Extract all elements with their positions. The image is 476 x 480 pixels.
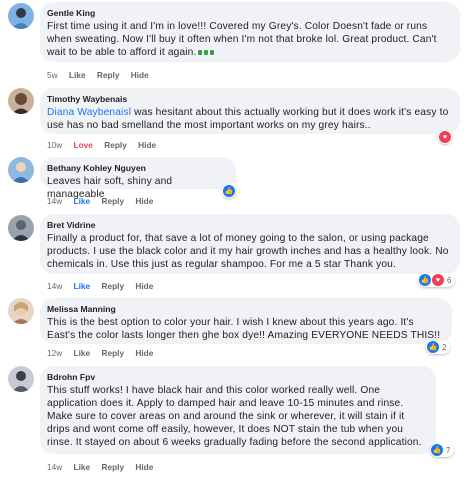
hide-button[interactable]: Hide bbox=[135, 196, 153, 206]
comment-bubble: Gentle King First time using it and I'm … bbox=[40, 2, 460, 62]
thumbs-up-icon: 👍 bbox=[431, 444, 443, 456]
reaction-count: 2 bbox=[442, 342, 447, 352]
heart-icon: ♥ bbox=[439, 131, 451, 143]
comment-time[interactable]: 5w bbox=[47, 70, 58, 80]
avatar[interactable] bbox=[8, 298, 34, 324]
thumbs-up-icon: 👍 bbox=[419, 274, 431, 286]
comment-text: Diana Waybenaisl was hesitant about this… bbox=[47, 107, 449, 131]
comment-author[interactable]: Bret Vidrine bbox=[47, 220, 450, 230]
love-button[interactable]: Love bbox=[74, 140, 93, 150]
comment-bubble: Bethany Kohley Nguyen Leaves hair soft, … bbox=[40, 157, 236, 200]
comment-actions: 12w Like Reply Hide bbox=[47, 348, 162, 358]
avatar[interactable] bbox=[8, 366, 34, 392]
comment-actions: 10w Love Reply Hide bbox=[47, 140, 165, 150]
comment-time[interactable]: 12w bbox=[47, 348, 62, 358]
like-button[interactable]: Like bbox=[74, 348, 91, 358]
mention-link[interactable]: Diana Waybenaisl bbox=[47, 107, 131, 118]
comment-actions: 14w Like Reply Hide bbox=[47, 281, 162, 291]
avatar[interactable] bbox=[8, 157, 34, 183]
comment-text: First time using it and I'm in love!!! C… bbox=[47, 21, 437, 59]
comment-author[interactable]: Gentle King bbox=[47, 8, 450, 18]
reaction-count: 6 bbox=[447, 275, 452, 285]
avatar[interactable] bbox=[8, 215, 34, 241]
comment-time[interactable]: 14w bbox=[47, 281, 62, 291]
comment-actions: 14w Like Reply Hide bbox=[47, 462, 162, 472]
reply-button[interactable]: Reply bbox=[101, 281, 124, 291]
reply-button[interactable]: Reply bbox=[104, 140, 127, 150]
comment-time[interactable]: 14w bbox=[47, 462, 62, 472]
reply-button[interactable]: Reply bbox=[101, 196, 124, 206]
thumbs-up-icon: 👍 bbox=[427, 341, 439, 353]
reaction-badge[interactable]: ♥ bbox=[438, 130, 452, 144]
like-button[interactable]: Like bbox=[74, 281, 91, 291]
comment-author[interactable]: Bethany Kohley Nguyen bbox=[47, 163, 226, 173]
comment-author[interactable]: Melissa Manning bbox=[47, 304, 442, 314]
comment-author[interactable]: Timothy Waybenais bbox=[47, 94, 450, 104]
comment-bubble: Melissa Manning This is the best option … bbox=[40, 298, 452, 344]
reaction-badge[interactable]: 👍 ♥ 6 bbox=[418, 273, 456, 287]
reaction-count: 7 bbox=[446, 445, 451, 455]
comment-text: This stuff works! I have black hair and … bbox=[47, 385, 422, 448]
heart-icon: ♥ bbox=[432, 274, 444, 286]
thumbs-up-icon: 👍 bbox=[223, 185, 235, 197]
reply-button[interactable]: Reply bbox=[97, 70, 120, 80]
like-button[interactable]: Like bbox=[74, 196, 91, 206]
comment-text: Finally a product for, that save a lot o… bbox=[47, 233, 449, 270]
reply-button[interactable]: Reply bbox=[101, 348, 124, 358]
hide-button[interactable]: Hide bbox=[131, 70, 149, 80]
comment-time[interactable]: 14w bbox=[47, 196, 62, 206]
green-dots-icon bbox=[198, 46, 216, 59]
avatar[interactable] bbox=[8, 3, 34, 29]
hide-button[interactable]: Hide bbox=[138, 140, 156, 150]
reaction-badge[interactable]: 👍 7 bbox=[430, 443, 455, 457]
avatar[interactable] bbox=[8, 88, 34, 114]
comment-time[interactable]: 10w bbox=[47, 140, 62, 150]
comment-bubble: Bret Vidrine Finally a product for, that… bbox=[40, 214, 460, 274]
comment-actions: 5w Like Reply Hide bbox=[47, 70, 158, 80]
like-button[interactable]: Like bbox=[69, 70, 86, 80]
comment-text: This is the best option to color your ha… bbox=[47, 317, 441, 341]
comment-actions: 14w Like Reply Hide bbox=[47, 196, 162, 206]
hide-button[interactable]: Hide bbox=[135, 348, 153, 358]
comment-bubble: Timothy Waybenais Diana Waybenaisl was h… bbox=[40, 88, 460, 134]
reaction-badge[interactable]: 👍 bbox=[222, 184, 236, 198]
comment-author[interactable]: Bdrohn Fpv bbox=[47, 372, 426, 382]
reaction-badge[interactable]: 👍 2 bbox=[426, 340, 451, 354]
comment-bubble: Bdrohn Fpv This stuff works! I have blac… bbox=[40, 366, 436, 454]
reply-button[interactable]: Reply bbox=[101, 462, 124, 472]
like-button[interactable]: Like bbox=[74, 462, 91, 472]
hide-button[interactable]: Hide bbox=[135, 281, 153, 291]
hide-button[interactable]: Hide bbox=[135, 462, 153, 472]
